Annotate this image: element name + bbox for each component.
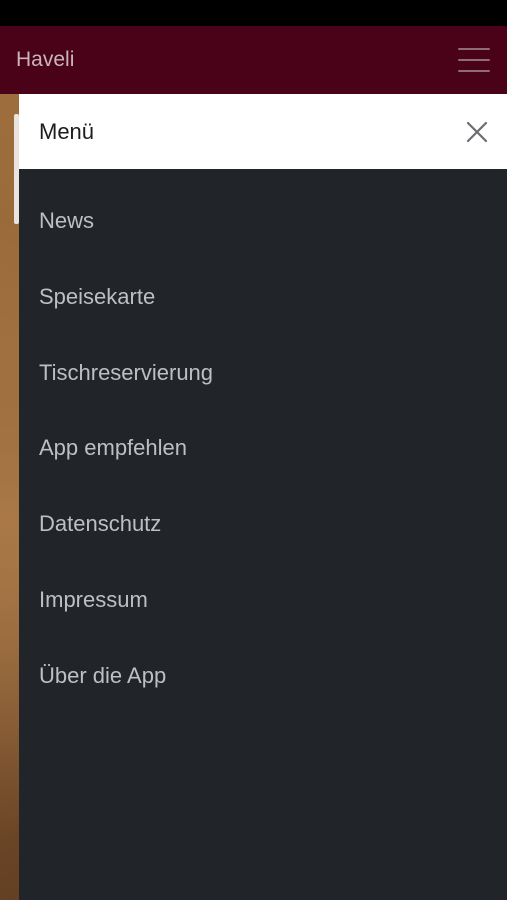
menu-item-label: Tischreservierung	[39, 359, 214, 385]
app-bar: Haveli	[0, 26, 507, 94]
menu-item-label: News	[39, 208, 95, 233]
menu-item-speisekarte[interactable]: Speisekarte	[19, 245, 507, 321]
hamburger-icon[interactable]	[458, 48, 490, 72]
close-icon[interactable]	[461, 116, 493, 148]
menu-item-label: Über die App	[39, 662, 167, 688]
status-bar	[0, 0, 507, 26]
menu-item-ueber-die-app[interactable]: Über die App	[19, 624, 507, 700]
menu-item-label: Datenschutz	[39, 511, 162, 537]
menu-item-tischreservierung[interactable]: Tischreservierung	[19, 321, 507, 397]
menu-item-label: Impressum	[39, 586, 148, 612]
menu-item-impressum[interactable]: Impressum	[19, 548, 507, 624]
menu-item-datenschutz[interactable]: Datenschutz	[19, 472, 507, 548]
app-title: Haveli	[16, 48, 75, 71]
menu-item-news[interactable]: News	[19, 169, 507, 245]
menu-item-label: Speisekarte	[39, 283, 156, 309]
drawer-title: Menü	[39, 119, 95, 144]
menu-item-app-empfehlen[interactable]: App empfehlen	[19, 396, 507, 472]
drawer-header: Menü	[19, 94, 507, 169]
navigation-drawer: Menü News Speisekarte Tischreservierung …	[19, 94, 507, 900]
menu-item-label: App empfehlen	[39, 435, 187, 461]
drawer-menu-list: News Speisekarte Tischreservierung App e…	[19, 169, 507, 700]
